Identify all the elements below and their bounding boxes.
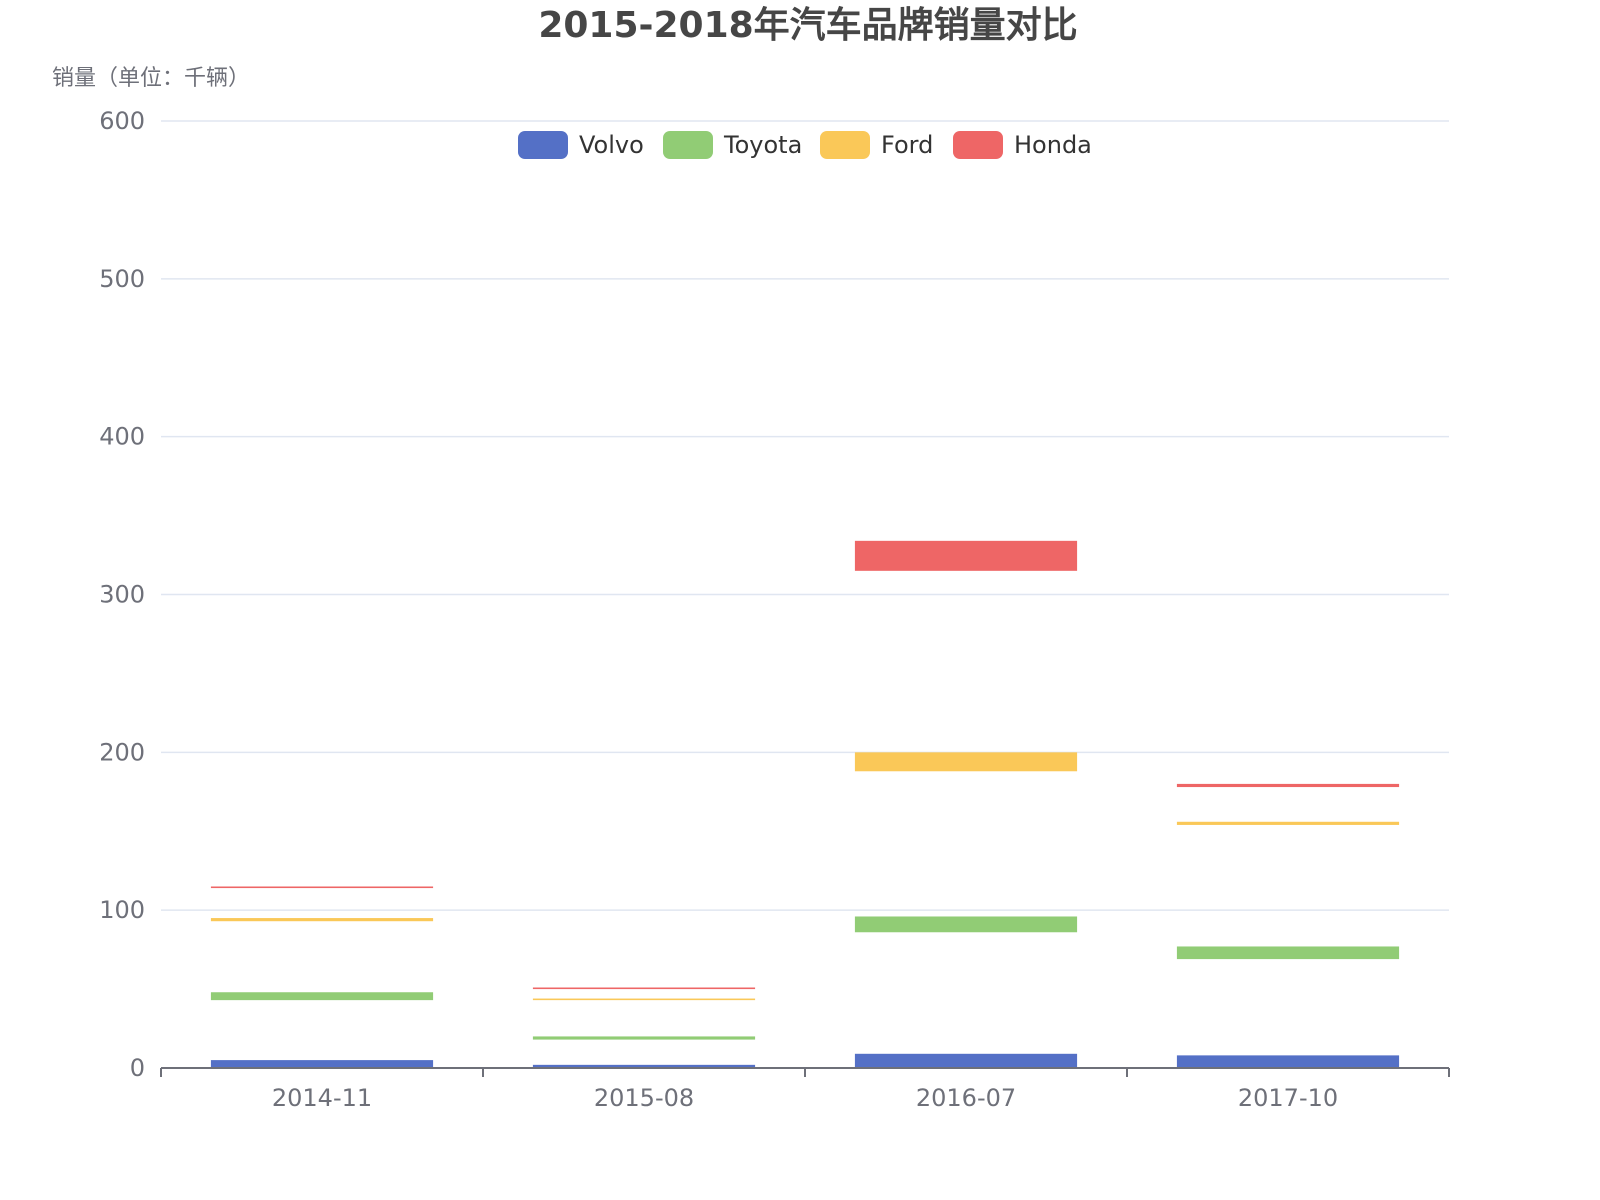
- legend-item-volvo[interactable]: Volvo: [518, 131, 644, 159]
- x-tick-label: 2016-07: [916, 1084, 1016, 1112]
- bar-honda-2015-08[interactable]: [532, 987, 756, 990]
- y-tick-label: 200: [99, 738, 145, 766]
- y-tick-label: 400: [99, 423, 145, 451]
- bar-volvo-2016-07[interactable]: [854, 1053, 1078, 1068]
- bar-toyota-2015-08[interactable]: [532, 1036, 756, 1040]
- bar-honda-2017-10[interactable]: [1176, 783, 1400, 788]
- legend-label: Toyota: [723, 131, 802, 159]
- legend-label: Honda: [1014, 131, 1092, 159]
- bar-honda-2016-07[interactable]: [854, 540, 1078, 571]
- x-axis: 2014-11 2015-08 2016-07 2017-10: [160, 1067, 1450, 1112]
- y-tick-label: 0: [130, 1054, 145, 1082]
- x-tick-label: 2017-10: [1238, 1084, 1338, 1112]
- chart-svg: 2015-2018年汽车品牌销量对比 销量（单位：千辆） 0 100 200 300 4…: [52, 5, 1450, 1112]
- legend-label: Ford: [881, 131, 933, 159]
- bar-honda-2014-11[interactable]: [210, 886, 434, 889]
- x-tick-label: 2014-11: [272, 1084, 372, 1112]
- legend[interactable]: Volvo Toyota Ford Honda: [518, 131, 1092, 159]
- bar-volvo-2014-11[interactable]: [210, 1060, 434, 1068]
- bar-ford-2014-11[interactable]: [210, 918, 434, 922]
- y-tick-label: 600: [99, 107, 145, 135]
- y-tick-label: 300: [99, 581, 145, 609]
- chart-container: 2015-2018年汽车品牌销量对比 销量（单位：千辆） 0 100 200 300 4…: [0, 0, 1600, 1200]
- legend-item-toyota[interactable]: Toyota: [663, 131, 802, 159]
- grid-lines: 0 100 200 300 400 500 600: [99, 107, 1449, 1082]
- bar-volvo-2017-10[interactable]: [1176, 1055, 1400, 1068]
- bar-toyota-2016-07[interactable]: [854, 916, 1078, 933]
- bar-ford-2017-10[interactable]: [1176, 821, 1400, 825]
- bars: [210, 540, 1400, 1068]
- y-tick-label: 100: [99, 896, 145, 924]
- bar-ford-2015-08[interactable]: [532, 998, 756, 1001]
- bar-toyota-2017-10[interactable]: [1176, 946, 1400, 960]
- chart-title: 2015-2018年汽车品牌销量对比: [538, 5, 1077, 46]
- legend-swatch: [953, 131, 1003, 159]
- legend-swatch: [518, 131, 568, 159]
- legend-item-honda[interactable]: Honda: [953, 131, 1092, 159]
- legend-swatch: [663, 131, 713, 159]
- legend-swatch: [820, 131, 870, 159]
- bar-toyota-2014-11[interactable]: [210, 992, 434, 1001]
- x-tick-label: 2015-08: [594, 1084, 694, 1112]
- y-axis-label: 销量（单位：千辆）: [52, 66, 250, 91]
- y-tick-label: 500: [99, 265, 145, 293]
- bar-ford-2016-07[interactable]: [854, 752, 1078, 772]
- legend-item-ford[interactable]: Ford: [820, 131, 933, 159]
- legend-label: Volvo: [579, 131, 644, 159]
